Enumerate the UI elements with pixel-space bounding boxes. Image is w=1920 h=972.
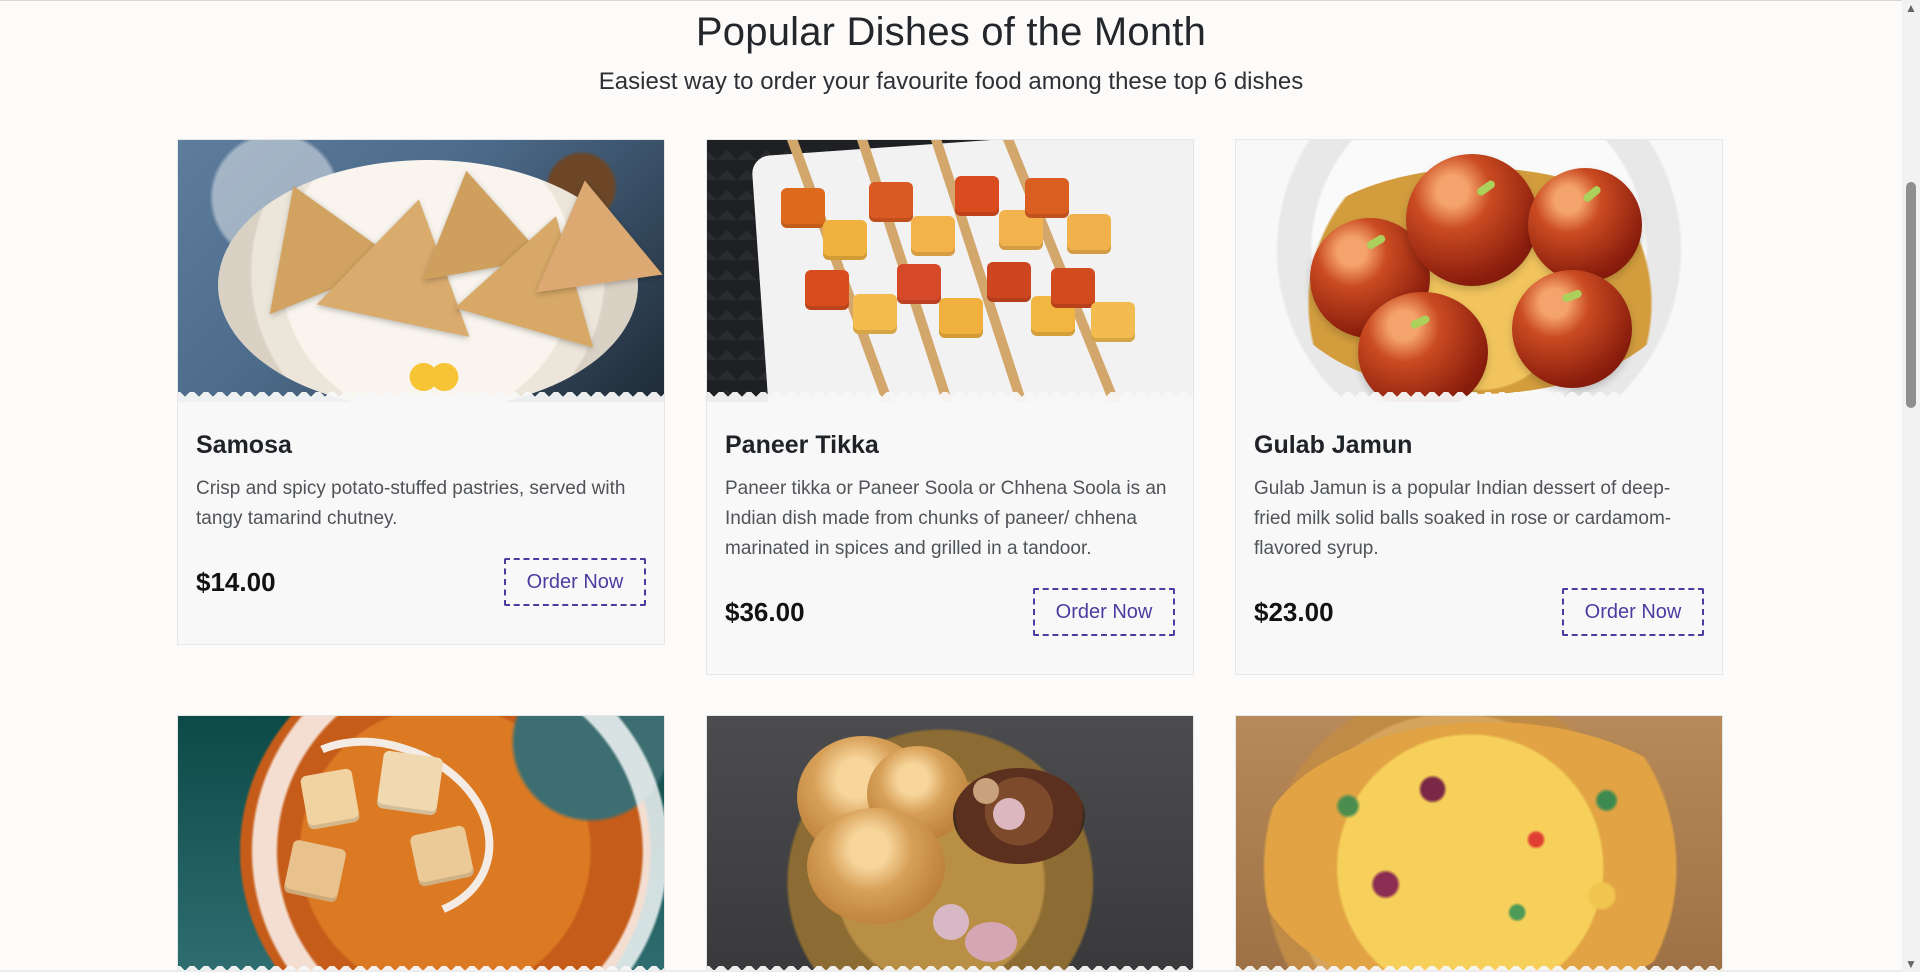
dish-card-preview (706, 715, 1194, 972)
scrollbar-thumb[interactable] (1906, 182, 1916, 408)
paneer-chunk (282, 838, 348, 904)
onion-slice (965, 922, 1017, 962)
order-now-button[interactable]: Order Now (1562, 588, 1704, 636)
paneer-chunk (299, 767, 361, 831)
order-now-button[interactable]: Order Now (504, 558, 646, 606)
paneer-chunk (955, 176, 999, 216)
section-subtitle: Easiest way to order your favourite food… (598, 68, 1304, 95)
dish-card-samosa: Samosa Crisp and spicy potato-stuffed pa… (177, 139, 665, 645)
paneer-chunk (1067, 214, 1111, 254)
page-viewport: Popular Dishes of the Month Easiest way … (0, 0, 1902, 972)
paneer-chunk (1025, 178, 1069, 218)
card-body: Gulab Jamun Gulab Jamun is a popular Ind… (1236, 402, 1722, 672)
samosa-image (178, 140, 664, 402)
paneer-chunk (987, 262, 1031, 302)
card-description: Paneer tikka or Paneer Soola or Chhena S… (725, 478, 1167, 559)
price-label: $23.00 (1254, 597, 1334, 627)
paneer-chunk (939, 298, 983, 338)
paneer-chunk (911, 216, 955, 256)
card-description: Gulab Jamun is a popular Indian dessert … (1254, 478, 1672, 559)
card-body: Samosa Crisp and spicy potato-stuffed pa… (178, 402, 664, 642)
card-footer: $23.00 Order Now (1254, 588, 1704, 636)
order-now-button[interactable]: Order Now (1033, 588, 1175, 636)
scroll-down-icon[interactable]: ▼ (1902, 956, 1920, 972)
onion-slice (973, 778, 999, 804)
gulab-jamun-ball (1512, 270, 1632, 388)
price-label: $14.00 (196, 567, 276, 597)
pizza-illustration (1254, 722, 1722, 972)
chole-bhature-image (707, 716, 1193, 972)
paneer-chunk (853, 294, 897, 334)
section-title: Popular Dishes of the Month (695, 10, 1207, 54)
paneer-chunk (823, 220, 867, 260)
card-body: Paneer Tikka Paneer tikka or Paneer Sool… (707, 402, 1193, 672)
dish-card-preview (177, 715, 665, 972)
paneer-tikka-image (707, 140, 1193, 402)
card-description: Crisp and spicy potato-stuffed pastries,… (196, 478, 626, 529)
butterfly-decoration (408, 362, 460, 392)
gulab-jamun-ball (1406, 154, 1538, 286)
scroll-up-icon[interactable]: ▲ (1902, 0, 1920, 16)
dish-card-preview (1235, 715, 1723, 972)
paneer-chunk (897, 264, 941, 304)
paneer-chunk (1091, 302, 1135, 342)
card-footer: $36.00 Order Now (725, 588, 1175, 636)
vertical-scrollbar[interactable]: ▲ ▼ (1902, 0, 1920, 972)
paneer-chunk (869, 182, 913, 222)
paneer-chunk (376, 750, 444, 816)
card-title: Samosa (196, 431, 292, 459)
samosa-shape (521, 171, 663, 293)
gulab-jamun-image (1236, 140, 1722, 402)
paneer-chunk (805, 270, 849, 310)
gulab-jamun-ball (1528, 168, 1642, 282)
onion-slice (933, 904, 969, 940)
dish-card-gulab-jamun: Gulab Jamun Gulab Jamun is a popular Ind… (1235, 139, 1723, 675)
onion-slice (993, 798, 1025, 830)
poori-shape (807, 808, 945, 924)
card-title: Paneer Tikka (725, 431, 879, 459)
paneer-chunk (1051, 268, 1095, 308)
card-footer: $14.00 Order Now (196, 558, 646, 606)
pizza-image (1236, 716, 1722, 972)
price-label: $36.00 (725, 597, 805, 627)
card-title: Gulab Jamun (1254, 431, 1413, 459)
dish-card-paneer-tikka: Paneer Tikka Paneer tikka or Paneer Sool… (706, 139, 1194, 675)
curry-image (178, 716, 664, 972)
paneer-chunk (781, 188, 825, 228)
gulab-jamun-ball (1358, 292, 1488, 402)
